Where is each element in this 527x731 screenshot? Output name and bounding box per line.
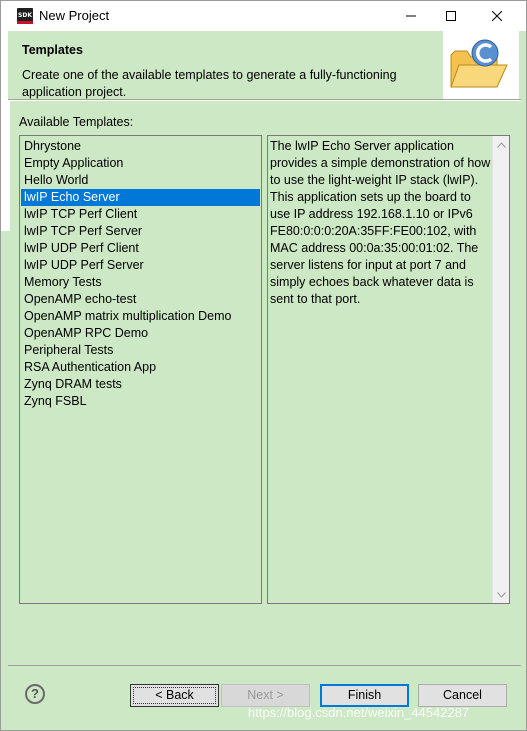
watermark-text: https://blog.csdn.net/weixin_44542287 [248, 705, 470, 720]
wizard-header: Templates Create one of the available te… [8, 31, 519, 99]
template-description-box: The lwIP Echo Server application provide… [267, 135, 510, 604]
scroll-up-button[interactable] [493, 136, 510, 153]
page-description: Create one of the available templates to… [22, 68, 397, 99]
available-templates-label: Available Templates: [19, 115, 134, 129]
template-list-item[interactable]: Memory Tests [21, 274, 260, 291]
window-title: New Project [39, 8, 110, 23]
close-icon [492, 11, 502, 21]
template-list-item[interactable]: Zynq DRAM tests [21, 376, 260, 393]
new-project-dialog: SDK New Project Templates Create one of … [0, 0, 527, 731]
template-list-item[interactable]: OpenAMP RPC Demo [21, 325, 260, 342]
title-bar: SDK New Project [1, 1, 526, 31]
template-list-item[interactable]: Zynq FSBL [21, 393, 260, 410]
template-list-item[interactable]: RSA Authentication App [21, 359, 260, 376]
template-list-item[interactable]: OpenAMP matrix multiplication Demo [21, 308, 260, 325]
template-list-item[interactable]: Peripheral Tests [21, 342, 260, 359]
template-list-item[interactable]: Hello World [21, 172, 260, 189]
description-scrollbar[interactable] [492, 136, 509, 603]
template-list-item[interactable]: lwIP UDP Perf Server [21, 257, 260, 274]
template-list-item[interactable]: lwIP UDP Perf Client [21, 240, 260, 257]
template-list-item[interactable]: Empty Application [21, 155, 260, 172]
page-title: Templates [22, 43, 83, 57]
close-button[interactable] [474, 1, 520, 31]
chevron-up-icon [497, 141, 506, 148]
chevron-down-icon [497, 591, 506, 598]
back-button-focus-ring [133, 687, 216, 704]
template-list-item[interactable]: lwIP TCP Perf Server [21, 223, 260, 240]
finish-button[interactable]: Finish [320, 684, 409, 707]
next-button[interactable]: Next > [221, 684, 310, 707]
minimize-icon [406, 15, 416, 17]
template-list-item[interactable]: OpenAMP echo-test [21, 291, 260, 308]
maximize-icon [446, 11, 456, 21]
maximize-button[interactable] [428, 1, 474, 31]
sdk-app-icon: SDK [17, 8, 33, 24]
scroll-down-button[interactable] [493, 586, 510, 603]
template-list-item[interactable]: Dhrystone [21, 138, 260, 155]
footer-divider [8, 665, 521, 666]
help-icon[interactable]: ? [25, 684, 45, 704]
back-button[interactable]: < Back [130, 684, 219, 707]
wizard-banner-image [443, 31, 519, 99]
template-list-item[interactable]: lwIP TCP Perf Client [21, 206, 260, 223]
header-divider-highlight [8, 100, 521, 101]
cancel-button[interactable]: Cancel [418, 684, 507, 707]
folder-c-wizard-icon [450, 39, 508, 88]
template-description-text: The lwIP Echo Server application provide… [270, 139, 491, 306]
templates-list[interactable]: Dhrystone Empty Application Hello World lwI… [19, 135, 262, 604]
template-list-item[interactable]: lwIP Echo Server [21, 189, 260, 206]
